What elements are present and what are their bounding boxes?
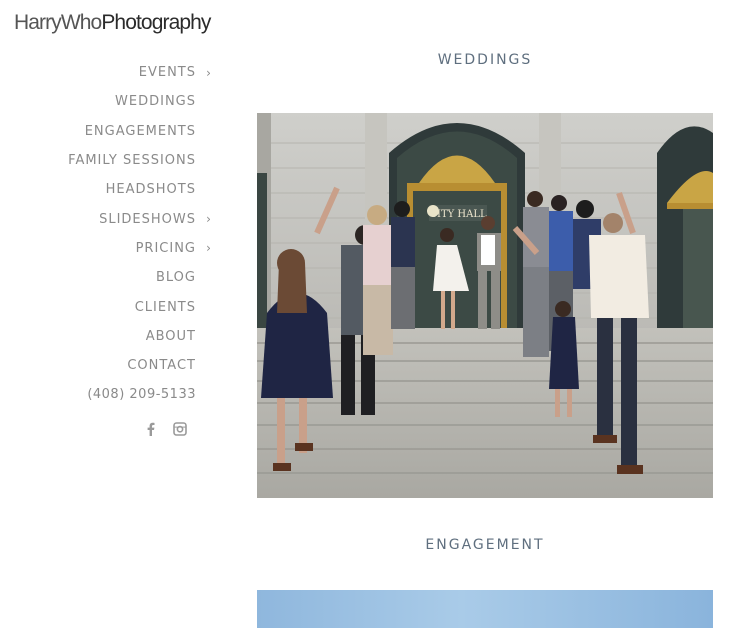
nav-item-label: ABOUT — [145, 328, 196, 344]
section-title-engagement: ENGAGEMENT — [425, 537, 545, 553]
nav-item-pricing[interactable]: PRICING › — [0, 234, 214, 263]
facebook-icon[interactable] — [143, 421, 158, 436]
nav-item-label: BLOG — [155, 270, 196, 286]
nav-item-label: CLIENTS — [134, 299, 196, 315]
site-logo[interactable]: HarryWhoPhotography — [14, 11, 211, 35]
nav-item-label: FAMILY SESSIONS — [68, 153, 196, 169]
nav-item-events[interactable]: EVENTS › — [0, 58, 214, 87]
nav-item-phone[interactable]: (408) 209-5133 — [0, 380, 214, 409]
chevron-right-icon: › — [206, 241, 212, 256]
nav-item-weddings[interactable]: WEDDINGS — [0, 87, 214, 116]
nav-item-family-sessions[interactable]: FAMILY SESSIONS — [0, 146, 214, 175]
wedding-photo[interactable]: CITY HALL — [257, 113, 713, 498]
chevron-right-icon: › — [206, 65, 212, 80]
chevron-right-icon: › — [206, 212, 212, 227]
nav-item-label: EVENTS — [138, 65, 196, 81]
nav-item-label: CONTACT — [127, 358, 196, 374]
nav-item-label: HEADSHOTS — [105, 182, 196, 198]
nav-item-clients[interactable]: CLIENTS — [0, 292, 214, 321]
logo-part-photography: Photography — [101, 11, 211, 34]
nav-item-blog[interactable]: BLOG — [0, 263, 214, 292]
nav-item-headshots[interactable]: HEADSHOTS — [0, 175, 214, 204]
engagement-photo[interactable] — [257, 590, 713, 628]
phone-number: (408) 209-5133 — [87, 387, 196, 403]
nav-item-label: PRICING — [135, 240, 196, 256]
logo-part-harrywho: HarryWho — [14, 11, 102, 34]
section-title-weddings: WEDDINGS — [437, 52, 533, 68]
nav-item-about[interactable]: ABOUT — [0, 322, 214, 351]
main-nav: EVENTS › WEDDINGS ENGAGEMENTS FAMILY SES… — [0, 58, 214, 410]
nav-item-label: ENGAGEMENTS — [84, 123, 196, 139]
instagram-icon[interactable] — [172, 421, 187, 436]
social-links — [143, 421, 187, 436]
nav-item-label: SLIDESHOWS — [99, 211, 196, 227]
nav-item-engagements[interactable]: ENGAGEMENTS — [0, 117, 214, 146]
nav-item-slideshows[interactable]: SLIDESHOWS › — [0, 204, 214, 233]
nav-item-label: WEDDINGS — [115, 94, 196, 110]
nav-item-contact[interactable]: CONTACT — [0, 351, 214, 380]
